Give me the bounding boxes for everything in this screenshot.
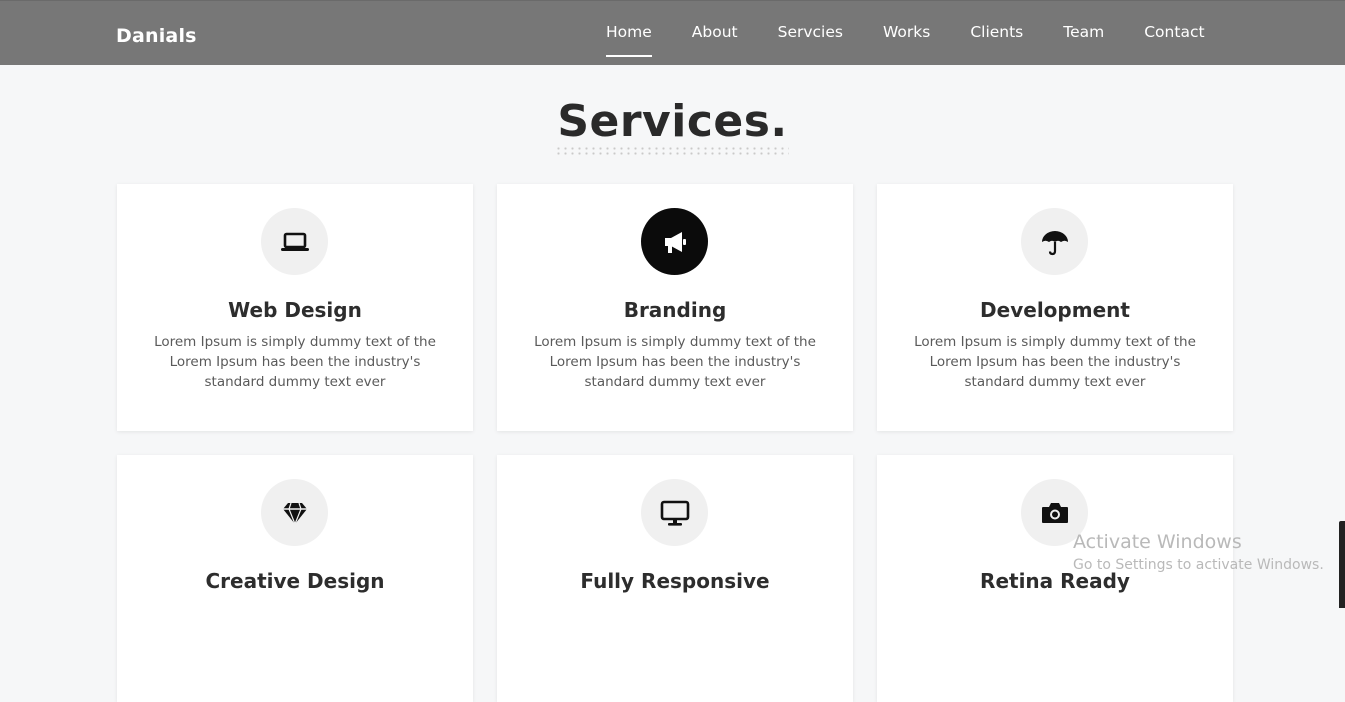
icon-circle (261, 479, 328, 546)
nav-link-team[interactable]: Team (1043, 1, 1124, 65)
title-underline (555, 146, 789, 156)
card-text: Lorem Ipsum is simply dummy text of the … (154, 334, 436, 390)
megaphone-icon (664, 231, 686, 253)
service-card-retina-ready: Retina Ready (877, 455, 1233, 702)
card-title: Web Design (228, 298, 362, 322)
nav-link-clients[interactable]: Clients (950, 1, 1043, 65)
camera-icon (1041, 502, 1068, 523)
nav-link-works[interactable]: Works (863, 1, 950, 65)
windows-activation-watermark: Activate Windows Go to Settings to activ… (1073, 531, 1324, 573)
watermark-subtitle: Go to Settings to activate Windows. (1073, 557, 1324, 573)
icon-circle (641, 479, 708, 546)
icon-circle (261, 208, 328, 275)
brand-logo[interactable]: Danials (116, 25, 197, 47)
scrollbar-edge[interactable] (1339, 521, 1345, 608)
nav-link-home[interactable]: Home (586, 1, 672, 65)
nav-links: Home About Servcies Works Clients Team C… (586, 1, 1225, 65)
service-card-fully-responsive: Fully Responsive (497, 455, 853, 702)
service-card-web-design: Web Design Lorem Ipsum is simply dummy t… (117, 184, 473, 431)
card-title: Creative Design (205, 569, 385, 593)
laptop-icon (280, 232, 309, 251)
service-card-creative-design: Creative Design (117, 455, 473, 702)
icon-circle (1021, 208, 1088, 275)
card-text: Lorem Ipsum is simply dummy text of the … (914, 334, 1196, 390)
diamond-icon (282, 502, 307, 526)
section-title: Services. (557, 96, 788, 147)
card-title: Development (980, 298, 1130, 322)
icon-circle (641, 208, 708, 275)
nav-link-services[interactable]: Servcies (758, 1, 863, 65)
watermark-title: Activate Windows (1073, 531, 1242, 553)
service-card-branding: Branding Lorem Ipsum is simply dummy tex… (497, 184, 853, 431)
navbar: Danials Home About Servcies Works Client… (0, 0, 1345, 65)
desktop-icon (660, 500, 689, 526)
umbrella-icon (1041, 230, 1068, 255)
card-title: Fully Responsive (580, 569, 770, 593)
nav-link-contact[interactable]: Contact (1124, 1, 1224, 65)
card-title: Branding (623, 298, 727, 322)
card-text: Lorem Ipsum is simply dummy text of the … (534, 334, 816, 390)
service-card-development: Development Lorem Ipsum is simply dummy … (877, 184, 1233, 431)
nav-link-about[interactable]: About (672, 1, 758, 65)
